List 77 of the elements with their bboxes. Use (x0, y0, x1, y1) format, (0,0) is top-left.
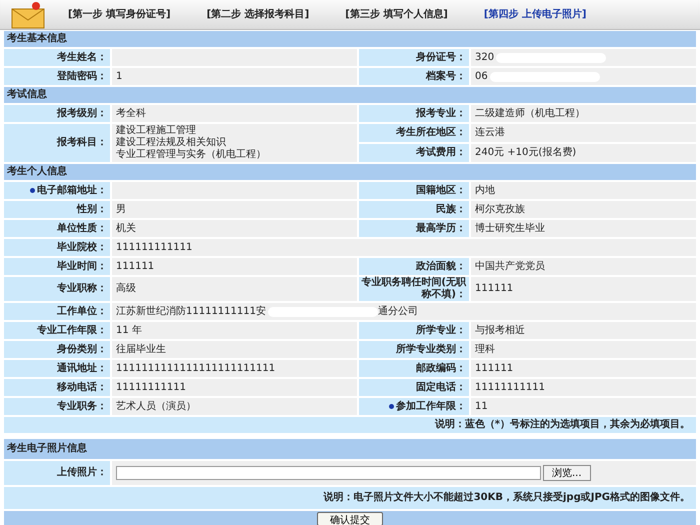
field-label: 上传照片： (4, 461, 110, 485)
field-label: 民族： (359, 201, 469, 218)
field-label: 专业职称： (4, 277, 110, 301)
field-label: 参加工作年限： (359, 398, 469, 415)
browse-button[interactable]: 浏览... (543, 465, 591, 481)
field-label: 档案号： (359, 68, 469, 85)
field-value: 111111 (475, 283, 514, 295)
subject-line: 建设工程法规及相关知识 (116, 137, 227, 148)
field-value: 高级 (116, 283, 136, 295)
field-value: 男 (116, 204, 126, 216)
field-label: 所学专业类别： (359, 341, 469, 358)
section-title: 考试信息 (7, 89, 47, 101)
subject-line: 建设工程施工管理 (116, 125, 197, 136)
field-label: 固定电话： (359, 379, 469, 396)
step-link[interactable]: [第四步 上传电子照片] (484, 8, 586, 20)
field-label: 考生姓名： (4, 49, 110, 66)
field-label: 报考级别： (4, 105, 110, 122)
field-label: 报考专业： (359, 105, 469, 122)
section-title: 考生个人信息 (7, 166, 67, 178)
field-label: 身份证号： (359, 49, 469, 66)
field-value: 博士研究生毕业 (475, 222, 545, 234)
field-value: 通分公司 (378, 306, 418, 318)
field-label: 邮政编码： (359, 360, 469, 377)
field-label: 政治面貌： (359, 258, 469, 275)
note-text: 说明：蓝色（*）号标注的为选填项目，其余为必填项目。 (434, 419, 690, 431)
field-value: 111111111111 (116, 242, 192, 254)
section-title: 考生基本信息 (7, 33, 67, 45)
field-value: 与报考相近 (475, 324, 525, 336)
field-label: 所学专业： (359, 322, 469, 339)
field-value: 111111 (116, 260, 154, 272)
field-label: 专业工作年限： (4, 322, 110, 339)
submit-button[interactable]: 确认提交 (317, 512, 383, 525)
field-value: 理科 (475, 344, 495, 356)
section-title: 考生电子照片信息 (7, 443, 87, 455)
field-value: 往届毕业生 (116, 344, 166, 356)
field-label: 考试费用： (359, 144, 469, 162)
note-text: 说明：电子照片文件大小不能超过30KB，系统只接受jpg或JPG格式的图像文件。 (324, 492, 690, 504)
field-value: 111111 (475, 362, 514, 374)
field-value: 1111111111111111111111111 (116, 362, 276, 374)
field-value: 320 (475, 52, 494, 64)
field-label: 考生所在地区： (359, 124, 469, 142)
field-value: 江苏新世纪消防11111111111安 (116, 306, 266, 318)
field-value: 连云港 (471, 124, 696, 142)
file-path-field[interactable] (116, 466, 541, 480)
field-label: 电子邮箱地址： (4, 182, 110, 199)
field-value: 考全科 (116, 108, 146, 120)
field-label: 最高学历： (359, 220, 469, 237)
field-label: 通讯地址： (4, 360, 110, 377)
field-label: 登陆密码： (4, 68, 110, 85)
field-label: 国籍地区： (359, 182, 469, 199)
field-value: 中国共产党党员 (475, 260, 545, 272)
step-link[interactable]: [第三步 填写个人信息] (345, 8, 448, 20)
field-value: 内地 (475, 184, 495, 196)
field-value: 11 年 (116, 324, 142, 336)
step-link[interactable]: [第二步 选择报考科目] (206, 8, 310, 20)
field-value: 机关 (116, 222, 136, 234)
field-label: 工作单位： (4, 303, 110, 320)
field-label: 毕业院校： (4, 239, 110, 256)
field-value: 11 (475, 400, 488, 412)
field-value: 11111111111 (475, 382, 545, 394)
field-label: 报考科目： (4, 124, 110, 162)
field-label: 专业职务聘任时间(无职称不填)： (359, 277, 469, 301)
field-label: 移动电话： (4, 379, 110, 396)
field-label: 毕业时间： (4, 258, 110, 275)
field-label: 身份类别： (4, 341, 110, 358)
step-link[interactable]: [第一步 填写身份证号] (68, 8, 171, 20)
field-value: 11111111111 (116, 382, 186, 394)
field-value: 1 (116, 70, 122, 82)
field-value: 艺术人员（演员） (116, 400, 196, 412)
field-value: 06 (475, 70, 488, 82)
field-value: 240元 +10元(报名费) (471, 144, 696, 162)
field-value: 二级建造师（机电工程） (475, 108, 585, 120)
field-label: 专业职务： (4, 398, 110, 415)
subject-line: 专业工程管理与实务（机电工程） (116, 149, 266, 161)
field-value: 柯尔克孜族 (475, 204, 525, 216)
field-label: 单位性质： (4, 220, 110, 237)
field-label: 性别： (4, 201, 110, 218)
